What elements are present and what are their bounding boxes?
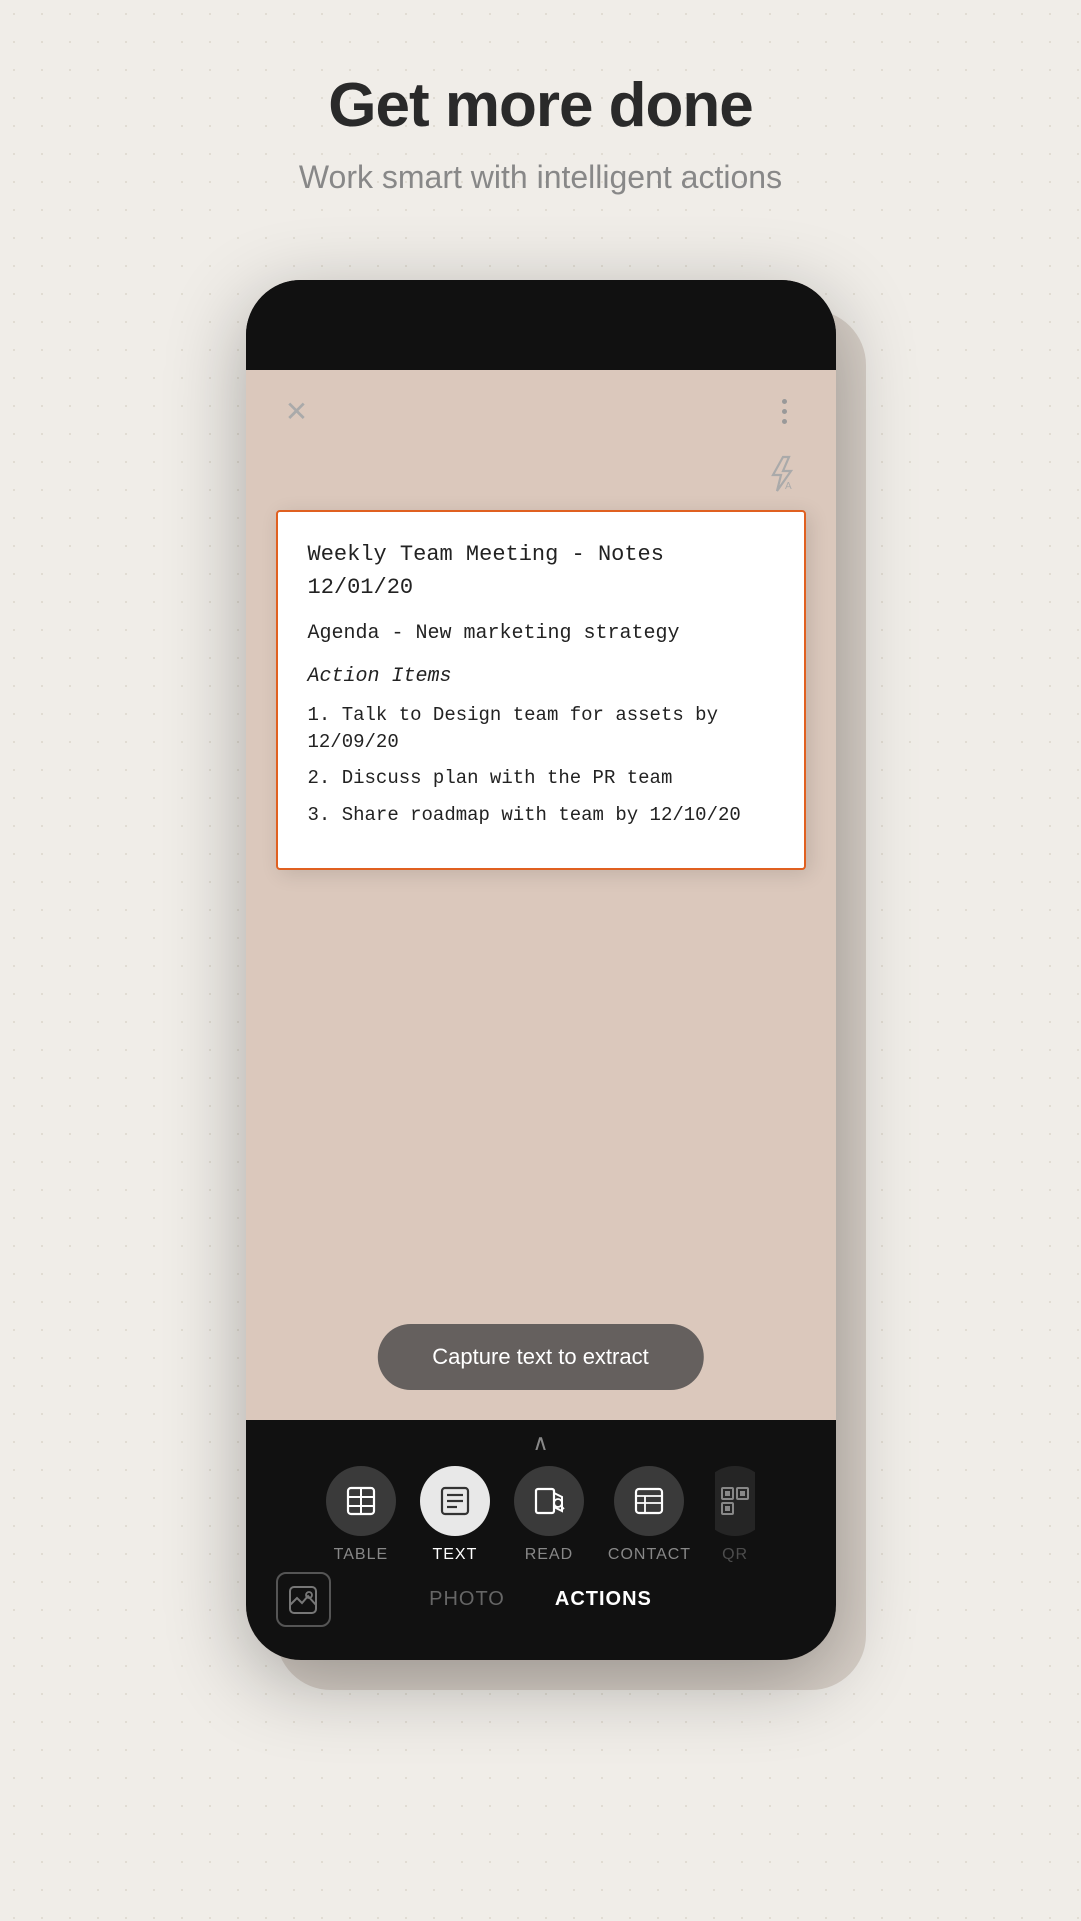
more-dots-icon (782, 399, 787, 424)
mode-read[interactable]: READ (514, 1466, 584, 1564)
chevron-up-icon: ∧ (532, 1430, 548, 1456)
mode-text[interactable]: TEXT (420, 1466, 490, 1564)
phone-screen: ✕ A (246, 370, 836, 1660)
table-icon (345, 1485, 377, 1517)
phone: ✕ A (246, 280, 836, 1660)
sub-title: Work smart with intelligent actions (0, 159, 1081, 196)
text-mode-icon-bg (420, 1466, 490, 1536)
viewfinder-top-bar: ✕ (246, 370, 836, 452)
qr-mode-label: QR (722, 1546, 748, 1564)
phone-wrapper: ✕ A (246, 280, 836, 1660)
gallery-button[interactable] (276, 1572, 331, 1627)
table-mode-icon-bg (326, 1466, 396, 1536)
capture-button[interactable]: Capture text to extract (377, 1324, 703, 1390)
viewfinder: ✕ A (246, 370, 836, 1420)
mode-contact[interactable]: CONTACT (608, 1466, 691, 1564)
read-mode-icon-bg (514, 1466, 584, 1536)
doc-date: 12/01/20 (308, 575, 774, 600)
doc-item-3: 3. Share roadmap with team by 12/10/20 (308, 802, 774, 829)
close-button[interactable]: ✕ (276, 390, 318, 432)
doc-item-1: 1. Talk to Design team for assets by 12/… (308, 702, 774, 755)
flash-auto-icon: A (763, 455, 801, 493)
mode-qr[interactable]: QR (715, 1466, 755, 1564)
mode-buttons: TABLE TEXT (326, 1466, 755, 1564)
table-mode-label: TABLE (334, 1546, 389, 1564)
qr-icon (719, 1485, 751, 1517)
doc-item-2: 2. Discuss plan with the PR team (308, 765, 774, 792)
svg-text:A: A (785, 481, 792, 492)
main-title: Get more done (0, 70, 1081, 141)
gallery-icon (288, 1585, 318, 1615)
phone-top-bar (246, 280, 836, 370)
close-icon: ✕ (285, 395, 308, 428)
text-mode-label: TEXT (432, 1546, 477, 1564)
contact-mode-label: CONTACT (608, 1546, 691, 1564)
more-button[interactable] (764, 390, 806, 432)
doc-agenda: Agenda - New marketing strategy (308, 622, 774, 645)
tab-actions[interactable]: ACTIONS (555, 1588, 652, 1611)
doc-title: Weekly Team Meeting - Notes (308, 542, 774, 567)
qr-mode-icon-bg (715, 1466, 755, 1536)
camera-controls: ∧ TABLE (246, 1420, 836, 1660)
doc-section-title: Action Items (308, 665, 774, 688)
flash-auto-button[interactable]: A (758, 450, 806, 498)
read-icon (533, 1485, 565, 1517)
top-section: Get more done Work smart with intelligen… (0, 0, 1081, 236)
document-card: Weekly Team Meeting - Notes 12/01/20 Age… (276, 510, 806, 870)
mode-table[interactable]: TABLE (326, 1466, 396, 1564)
contact-icon (633, 1485, 665, 1517)
tab-bar: PHOTO ACTIONS (246, 1588, 836, 1611)
read-mode-label: READ (525, 1546, 573, 1564)
text-icon (439, 1485, 471, 1517)
contact-mode-icon-bg (614, 1466, 684, 1536)
tab-photo[interactable]: PHOTO (429, 1588, 505, 1611)
